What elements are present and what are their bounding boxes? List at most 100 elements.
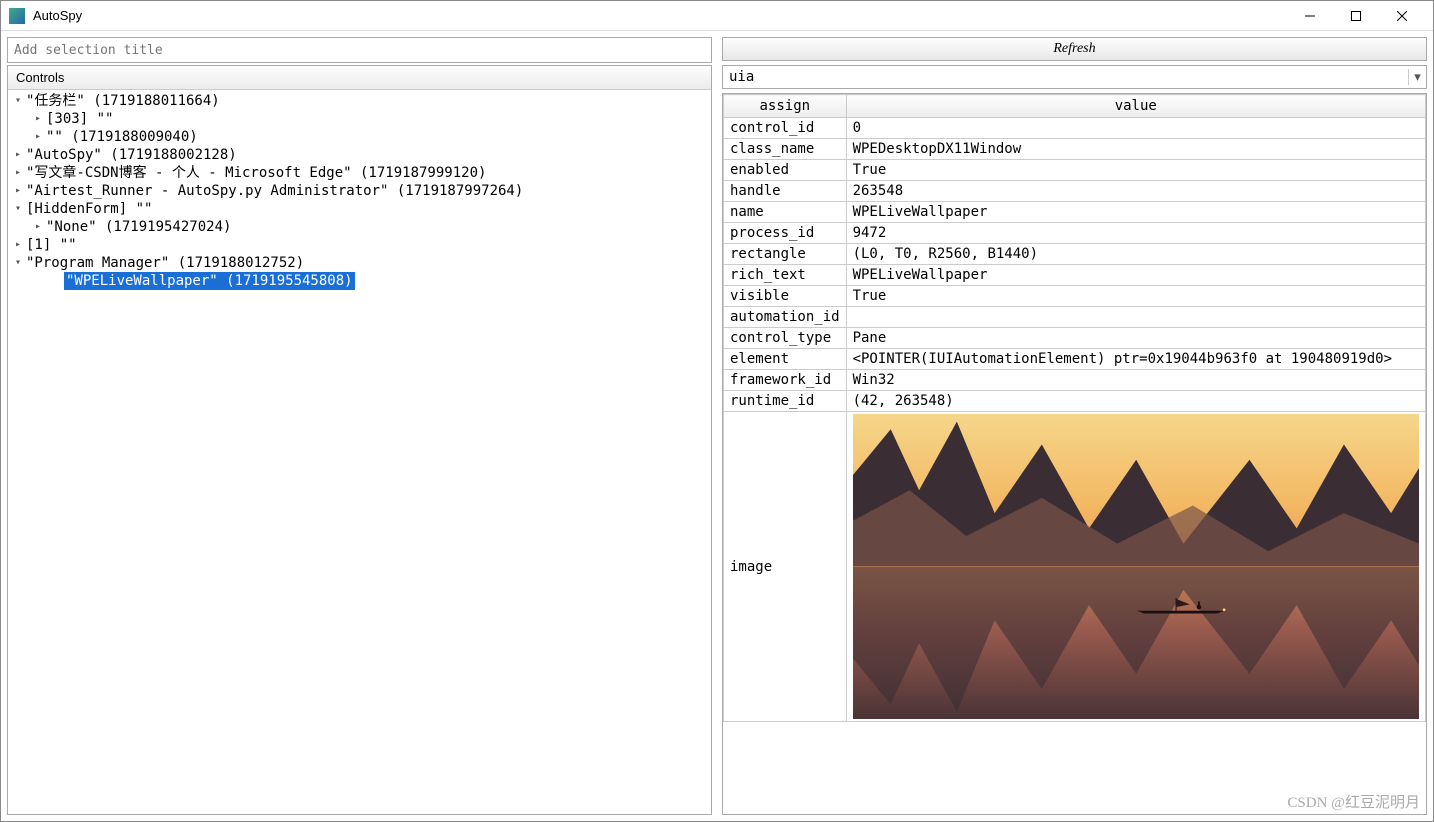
property-row[interactable]: control_typePane — [724, 328, 1426, 349]
property-row: image — [724, 412, 1426, 722]
tree-row[interactable]: ▸"写文章-CSDN博客 - 个人 - Microsoft Edge" (171… — [8, 164, 711, 182]
property-key: process_id — [724, 223, 847, 244]
property-value: (42, 263548) — [846, 391, 1425, 412]
expand-icon[interactable]: ▾ — [12, 92, 24, 110]
preview-image — [853, 414, 1419, 719]
backend-select[interactable]: uia ▾ — [722, 65, 1427, 89]
titlebar[interactable]: AutoSpy — [1, 1, 1433, 31]
tree-row[interactable]: ▸[303] "" — [8, 110, 711, 128]
properties-table: assign value control_id0class_nameWPEDes… — [723, 94, 1426, 722]
property-row[interactable]: control_id0 — [724, 118, 1426, 139]
property-key: class_name — [724, 139, 847, 160]
property-key: handle — [724, 181, 847, 202]
property-value: WPELiveWallpaper — [846, 202, 1425, 223]
tree-item-label: "任务栏" (1719188011664) — [24, 92, 222, 110]
property-row[interactable]: rectangle(L0, T0, R2560, B1440) — [724, 244, 1426, 265]
property-key: visible — [724, 286, 847, 307]
tree-row[interactable]: ▸"None" (1719195427024) — [8, 218, 711, 236]
property-value: 263548 — [846, 181, 1425, 202]
property-value: <POINTER(IUIAutomationElement) ptr=0x190… — [846, 349, 1425, 370]
property-value: True — [846, 160, 1425, 181]
collapse-icon[interactable]: ▸ — [32, 218, 44, 236]
property-value: WPELiveWallpaper — [846, 265, 1425, 286]
selection-title-input[interactable] — [7, 37, 712, 63]
property-key: rich_text — [724, 265, 847, 286]
tree-item-label: [303] "" — [44, 110, 115, 128]
window-title: AutoSpy — [33, 8, 1287, 23]
property-value: Pane — [846, 328, 1425, 349]
right-column: Refresh uia ▾ assign value control_id0cl… — [722, 37, 1427, 815]
app-window: AutoSpy Controls ▾"任务栏" (1719188011664)▸… — [0, 0, 1434, 822]
tree-row[interactable]: ▾[HiddenForm] "" — [8, 200, 711, 218]
tree-item-label: [HiddenForm] "" — [24, 200, 154, 218]
expand-icon[interactable]: ▾ — [12, 200, 24, 218]
property-value: (L0, T0, R2560, B1440) — [846, 244, 1425, 265]
property-key: rectangle — [724, 244, 847, 265]
tree-row[interactable]: ▾"任务栏" (1719188011664) — [8, 92, 711, 110]
property-key: automation_id — [724, 307, 847, 328]
close-button[interactable] — [1379, 1, 1425, 31]
property-key: enabled — [724, 160, 847, 181]
select-value: uia — [723, 69, 1408, 85]
expand-icon[interactable]: ▾ — [12, 254, 24, 272]
property-row[interactable]: enabledTrue — [724, 160, 1426, 181]
property-row[interactable]: visibleTrue — [724, 286, 1426, 307]
preview-image-cell — [846, 412, 1425, 722]
tree-row[interactable]: ▸"" (1719188009040) — [8, 128, 711, 146]
property-row[interactable]: element<POINTER(IUIAutomationElement) pt… — [724, 349, 1426, 370]
property-row[interactable]: framework_idWin32 — [724, 370, 1426, 391]
minimize-button[interactable] — [1287, 1, 1333, 31]
app-icon — [9, 8, 25, 24]
controls-tree-panel: Controls ▾"任务栏" (1719188011664)▸[303] ""… — [7, 65, 712, 815]
properties-panel: assign value control_id0class_nameWPEDes… — [722, 93, 1427, 815]
tree-row[interactable]: ▸[1] "" — [8, 236, 711, 254]
property-row[interactable]: class_nameWPEDesktopDX11Window — [724, 139, 1426, 160]
property-key: framework_id — [724, 370, 847, 391]
property-row[interactable]: process_id9472 — [724, 223, 1426, 244]
property-value: 0 — [846, 118, 1425, 139]
collapse-icon[interactable]: ▸ — [12, 146, 24, 164]
property-row[interactable]: runtime_id(42, 263548) — [724, 391, 1426, 412]
tree-item-label: "Program Manager" (1719188012752) — [24, 254, 306, 272]
controls-tree[interactable]: ▾"任务栏" (1719188011664)▸[303] ""▸"" (1719… — [8, 90, 711, 814]
property-value: True — [846, 286, 1425, 307]
tree-row[interactable]: ▸"AutoSpy" (1719188002128) — [8, 146, 711, 164]
tree-item-label: "" (1719188009040) — [44, 128, 200, 146]
tree-row[interactable]: ▸"Airtest_Runner - AutoSpy.py Administra… — [8, 182, 711, 200]
tree-item-label: "AutoSpy" (1719188002128) — [24, 146, 239, 164]
col-value[interactable]: value — [846, 95, 1425, 118]
tree-item-label: "Airtest_Runner - AutoSpy.py Administrat… — [24, 182, 525, 200]
property-value: 9472 — [846, 223, 1425, 244]
collapse-icon[interactable]: ▸ — [32, 128, 44, 146]
property-row[interactable]: nameWPELiveWallpaper — [724, 202, 1426, 223]
collapse-icon[interactable]: ▸ — [12, 182, 24, 200]
tree-item-label: "写文章-CSDN博客 - 个人 - Microsoft Edge" (1719… — [24, 164, 488, 182]
col-assign[interactable]: assign — [724, 95, 847, 118]
content-area: Controls ▾"任务栏" (1719188011664)▸[303] ""… — [1, 31, 1433, 821]
tree-row[interactable]: ▾"Program Manager" (1719188012752) — [8, 254, 711, 272]
property-key: element — [724, 349, 847, 370]
tree-item-label: "None" (1719195427024) — [44, 218, 233, 236]
tree-header: Controls — [8, 66, 711, 90]
tree-row[interactable]: "WPELiveWallpaper" (1719195545808) — [8, 272, 711, 290]
property-row[interactable]: rich_textWPELiveWallpaper — [724, 265, 1426, 286]
property-value: WPEDesktopDX11Window — [846, 139, 1425, 160]
property-key: name — [724, 202, 847, 223]
property-key: control_id — [724, 118, 847, 139]
collapse-icon[interactable]: ▸ — [12, 236, 24, 254]
property-key: control_type — [724, 328, 847, 349]
left-column: Controls ▾"任务栏" (1719188011664)▸[303] ""… — [7, 37, 712, 815]
tree-item-label: "WPELiveWallpaper" (1719195545808) — [64, 272, 355, 290]
property-row[interactable]: automation_id — [724, 307, 1426, 328]
property-value — [846, 307, 1425, 328]
property-key: runtime_id — [724, 391, 847, 412]
property-key: image — [724, 412, 847, 722]
collapse-icon[interactable]: ▸ — [12, 164, 24, 182]
property-row[interactable]: handle263548 — [724, 181, 1426, 202]
maximize-button[interactable] — [1333, 1, 1379, 31]
collapse-icon[interactable]: ▸ — [32, 110, 44, 128]
tree-item-label: [1] "" — [24, 236, 79, 254]
property-value: Win32 — [846, 370, 1425, 391]
refresh-button[interactable]: Refresh — [722, 37, 1427, 61]
chevron-down-icon[interactable]: ▾ — [1408, 69, 1426, 85]
